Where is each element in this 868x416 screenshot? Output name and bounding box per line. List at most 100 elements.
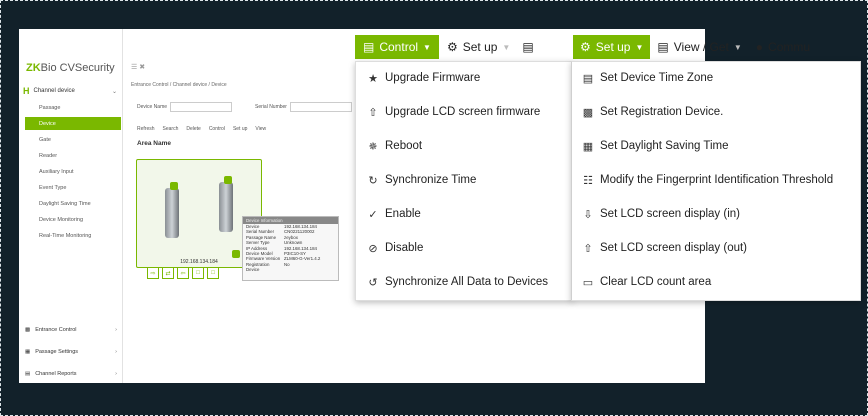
chevron-down-icon: ▼: [423, 42, 431, 52]
reboot-icon: ✵: [368, 140, 378, 153]
menu-item-synchronize-time[interactable]: ↻ Synchronize Time: [356, 169, 572, 191]
lcd-upgrade-icon: ⇧: [368, 106, 378, 119]
menu-item-set-time-zone[interactable]: ▤ Set Device Time Zone: [572, 67, 860, 89]
menu-item-label: Set LCD screen display (in): [600, 208, 740, 220]
chevron-right-icon: ›: [115, 349, 117, 355]
lcd-out-icon: ⇧: [583, 242, 593, 255]
menu-item-fingerprint-threshold[interactable]: ☷ Modify the Fingerprint Identification …: [572, 169, 860, 191]
area-name-heading: Area Name: [137, 140, 171, 147]
menubar-right: ⚙ Set up ▼ ▤ View / Get ▼ ● Commu: [573, 34, 810, 60]
door-icon[interactable]: □: [207, 267, 219, 279]
gear-icon: ⚙: [580, 40, 591, 54]
sidebar-group-label: Channel device: [33, 88, 75, 94]
app-logo: ZKBio CVSecurity: [26, 62, 115, 74]
menu-item-label: Upgrade LCD screen firmware: [385, 106, 541, 118]
menu-item-lcd-display-out[interactable]: ⇧ Set LCD screen display (out): [572, 237, 860, 259]
menu-item-reboot[interactable]: ✵ Reboot: [356, 135, 572, 157]
setup-menu-button-active[interactable]: ⚙ Set up ▼: [573, 35, 651, 59]
menu-item-label: Set Registration Device.: [600, 106, 724, 118]
sidebar-group-channel-device[interactable]: H Channel device ⌄: [23, 84, 121, 98]
menu-item-label: Reboot: [385, 140, 423, 152]
sidebar-item-auxiliary-input[interactable]: Auxiliary Input: [25, 165, 121, 178]
lcd-in-icon: ⇩: [583, 208, 593, 221]
device-info-tooltip: Device Information Device 192.168.134.184…: [242, 216, 339, 281]
breadcrumb: Entrance Control / Channel device / Devi…: [131, 82, 227, 88]
menu-item-disable[interactable]: ⊘ Disable: [356, 237, 572, 259]
sidebar-group-entrance-control[interactable]: ▩ Entrance Control ›: [25, 327, 121, 333]
control-menu-button[interactable]: ▤ Control ▼: [355, 35, 439, 59]
door-icon[interactable]: ⇨: [147, 267, 159, 279]
device-online-icon: [232, 250, 240, 258]
sidebar-item-device-monitoring[interactable]: Device Monitoring: [25, 213, 121, 226]
chevron-down-icon: ▼: [733, 42, 742, 52]
menu-item-set-registration-device[interactable]: ▩ Set Registration Device.: [572, 101, 860, 123]
menu-item-label: Set LCD screen display (out): [600, 242, 748, 254]
setup-menu-button[interactable]: ⚙ Set up ▼: [439, 35, 518, 59]
device-name-input[interactable]: [170, 102, 233, 112]
chevron-down-icon: ▼: [502, 42, 511, 52]
setup-menu-label: Set up: [595, 40, 631, 54]
menu-item-label: Clear LCD count area: [600, 276, 712, 288]
channel-device-icon: H: [23, 86, 30, 96]
view-get-icon-button[interactable]: ▤: [518, 35, 537, 59]
menu-item-clear-lcd-count[interactable]: ▭ Clear LCD count area: [572, 271, 860, 293]
chevron-right-icon: ›: [115, 327, 117, 333]
calendar-icon: ▦: [582, 140, 594, 153]
sidebar-bottom-label: Passage Settings: [35, 349, 79, 355]
user-icon: ●: [755, 40, 764, 54]
sidebar-item-gate[interactable]: Gate: [25, 133, 121, 146]
refresh-button[interactable]: Refresh: [137, 126, 155, 132]
sidebar-item-passage[interactable]: Passage: [25, 101, 121, 114]
menubar: ▤ Control ▼ ⚙ Set up ▼ ▤: [355, 34, 538, 60]
serial-number-input[interactable]: [289, 102, 352, 112]
sidebar-item-device[interactable]: Device: [25, 117, 121, 130]
status-light: [170, 182, 178, 190]
menu-item-label: Disable: [385, 242, 424, 254]
registration-icon: ▩: [582, 106, 594, 119]
communication-menu-button[interactable]: ● Commu: [749, 35, 810, 59]
toolbar: Refresh Search Delete Control Set up Vie…: [137, 126, 266, 132]
control-button[interactable]: Control: [209, 126, 225, 132]
sidebar-item-reader[interactable]: Reader: [25, 149, 121, 162]
chevron-down-icon: ⌄: [111, 88, 117, 95]
menu-item-label: Enable: [385, 208, 421, 220]
view-icon: ▤: [522, 40, 534, 54]
gear-icon: ⚙: [446, 40, 458, 54]
door-icon[interactable]: ⇄: [162, 267, 174, 279]
turnstile-post-left: [165, 188, 179, 238]
serial-number-label: Serial Number: [255, 104, 287, 110]
menu-item-enable[interactable]: ✓ Enable: [356, 203, 572, 225]
control-menu-label: Control: [379, 40, 419, 54]
sidebar-item-event-type[interactable]: Event Type: [25, 181, 121, 194]
sidebar-item-daylight-saving[interactable]: Daylight Saving Time: [25, 197, 121, 210]
setup-dropdown: ▤ Set Device Time Zone ▩ Set Registratio…: [571, 61, 861, 301]
status-light: [224, 176, 232, 184]
clear-icon: ▭: [582, 276, 594, 289]
view-button[interactable]: View: [255, 126, 266, 132]
menu-item-label: Modify the Fingerprint Identification Th…: [600, 174, 834, 186]
menu-item-upgrade-firmware[interactable]: ★ Upgrade Firmware: [356, 67, 572, 89]
tooltip-row: Registration Device No: [246, 261, 290, 273]
sidebar-bottom-label: Channel Reports: [35, 371, 77, 377]
entrance-control-icon: ▩: [25, 327, 31, 333]
sidebar-group-channel-reports[interactable]: ▤ Channel Reports ›: [25, 371, 121, 377]
setup-button[interactable]: Set up: [233, 126, 247, 132]
menu-item-label: Upgrade Firmware: [385, 72, 481, 84]
header-tab-icons[interactable]: ☰ ✖: [131, 63, 145, 71]
monitor-icon: ▤: [363, 40, 375, 54]
sidebar-item-real-time-monitoring[interactable]: Real-Time Monitoring: [25, 229, 121, 242]
chevron-down-icon: ▼: [635, 42, 644, 52]
door-icon[interactable]: □: [192, 267, 204, 279]
delete-button[interactable]: Delete: [186, 126, 200, 132]
chevron-right-icon: ›: [115, 371, 117, 377]
door-icon[interactable]: ⇦: [177, 267, 189, 279]
view-get-menu-button[interactable]: ▤ View / Get ▼: [650, 35, 748, 59]
menu-item-upgrade-lcd-firmware[interactable]: ⇧ Upgrade LCD screen firmware: [356, 101, 572, 123]
setup-menu-label: Set up: [462, 40, 498, 54]
sidebar-group-passage-settings[interactable]: ▦ Passage Settings ›: [25, 349, 121, 355]
menu-item-set-daylight-saving[interactable]: ▦ Set Daylight Saving Time: [572, 135, 860, 157]
menu-item-sync-all-data[interactable]: ↺ Synchronize All Data to Devices: [356, 271, 572, 293]
search-button[interactable]: Search: [163, 126, 179, 132]
menu-item-lcd-display-in[interactable]: ⇩ Set LCD screen display (in): [572, 203, 860, 225]
sidebar-bottom-label: Entrance Control: [35, 327, 77, 333]
